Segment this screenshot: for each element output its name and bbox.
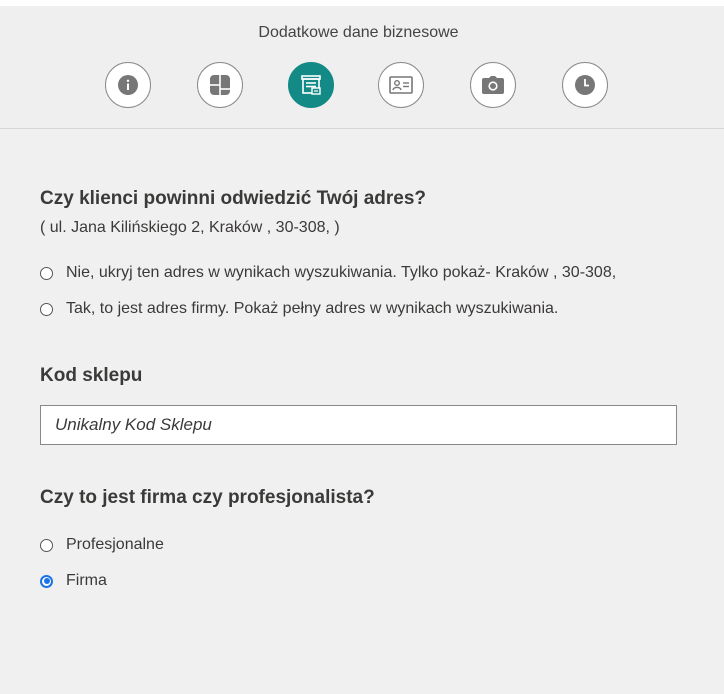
step-contact[interactable]: [378, 62, 424, 108]
step-hours[interactable]: [562, 62, 608, 108]
radio-company[interactable]: Firma: [40, 572, 107, 590]
radio-hide-address[interactable]: Nie, ukryj ten adres w wynikach wyszukiw…: [40, 264, 616, 282]
radio-company-label: Firma: [66, 572, 107, 589]
step-store[interactable]: [288, 62, 334, 108]
camera-icon: [482, 76, 504, 94]
radio-hide-address-control[interactable]: [40, 266, 53, 280]
step-info[interactable]: [105, 62, 151, 108]
store-icon: [301, 75, 321, 95]
address-question: Czy klienci powinni odwiedzić Twój adres…: [40, 188, 427, 209]
clock-icon: [575, 75, 595, 95]
radio-professional-control[interactable]: [40, 538, 53, 552]
address-text: ( ul. Jana Kilińskiego 2, Kraków , 30-30…: [40, 219, 340, 236]
radio-show-address-label: Tak, to jest adres firmy. Pokaż pełny ad…: [66, 300, 559, 317]
wizard-title: Dodatkowe dane biznesowe: [258, 24, 459, 41]
contact-card-icon: [389, 76, 413, 94]
step-photos[interactable]: [470, 62, 516, 108]
wizard-header: Dodatkowe dane biznesowe: [0, 6, 724, 129]
store-code-title: Kod sklepu: [40, 365, 143, 386]
info-icon: [118, 75, 138, 95]
radio-company-control[interactable]: [40, 574, 53, 588]
store-code-input[interactable]: [40, 405, 677, 445]
radio-show-address[interactable]: Tak, to jest adres firmy. Pokaż pełny ad…: [40, 300, 558, 318]
categories-icon: [210, 75, 230, 95]
radio-show-address-control[interactable]: [40, 302, 53, 316]
step-categories[interactable]: [197, 62, 243, 108]
radio-hide-address-label: Nie, ukryj ten adres w wynikach wyszukiw…: [66, 264, 617, 281]
radio-professional[interactable]: Profesjonalne: [40, 536, 164, 554]
radio-professional-label: Profesjonalne: [66, 536, 164, 553]
business-type-question: Czy to jest firma czy profesjonalista?: [40, 487, 375, 508]
